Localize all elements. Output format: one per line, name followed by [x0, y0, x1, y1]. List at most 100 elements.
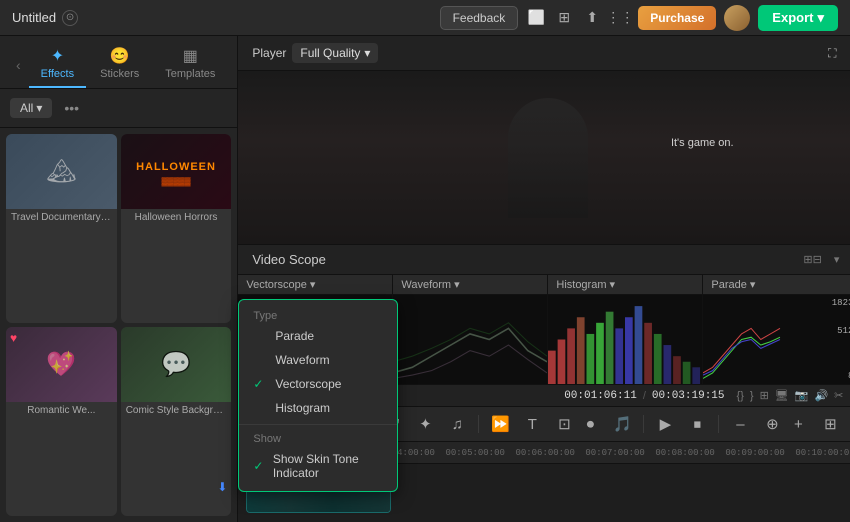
main-layout: ‹ ✦ Effects 😊 Stickers ▦ Templates All ▾…	[0, 36, 850, 522]
scope-panel-histogram: Histogram ▾	[548, 275, 703, 384]
add-button[interactable]: +	[785, 411, 811, 437]
scope-panels: Vectorscope ▾	[238, 275, 850, 385]
dropdown-check-waveform	[253, 353, 267, 367]
dropdown-item-waveform[interactable]: Waveform	[239, 348, 397, 372]
avatar[interactable]	[724, 5, 750, 31]
toolbar-separator-3	[718, 415, 719, 433]
thumb-travel: 🏔	[6, 134, 117, 209]
filter-bar: All ▾ •••	[0, 89, 237, 128]
tab-stickers[interactable]: 😊 Stickers	[88, 42, 151, 88]
filter-all-button[interactable]: All ▾	[10, 98, 52, 118]
player-bar: Player Full Quality ▾ ⛶	[238, 36, 850, 71]
play-button[interactable]: ▶	[652, 411, 678, 437]
dropdown-check-skin-tone: ✓	[253, 459, 264, 473]
player-fullscreen-icon[interactable]: ⛶	[821, 42, 843, 64]
chevron-down-icon: ▾	[817, 10, 824, 26]
scope-layout-icon[interactable]: ⊞	[760, 389, 769, 402]
nav-back-icon[interactable]: ‹	[10, 53, 27, 77]
media-grid: 🏔 Travel Documentary test HALLOWEEN ▓▓▓▓…	[0, 128, 237, 522]
image-placeholder-icon: 🏔	[46, 157, 76, 186]
mute-button[interactable]: –	[727, 411, 753, 437]
monitor-icon[interactable]: ⬜	[526, 8, 546, 28]
list-item[interactable]: HALLOWEEN ▓▓▓▓▓ Halloween Horrors	[121, 134, 232, 323]
player-quality: Player Full Quality ▾	[252, 43, 378, 63]
toolbar-right: + ⊞	[785, 411, 843, 437]
download-icon: ⬇	[217, 480, 227, 494]
parade-chevron-icon: ▾	[750, 278, 756, 291]
dropdown-item-skin-tone[interactable]: ✓ Show Skin Tone Indicator	[239, 447, 397, 485]
scope-monitor-icon[interactable]: 🖥	[775, 389, 789, 402]
purchase-button[interactable]: Purchase	[638, 6, 716, 30]
stop-button[interactable]: ⏹	[684, 411, 710, 437]
scope-action-icon-1[interactable]: {}	[737, 390, 744, 402]
scope-grid-icon[interactable]: ⊞⊟	[799, 251, 825, 268]
grid-icon[interactable]: ⋮⋮	[610, 8, 630, 28]
speed-button[interactable]: ⏩	[487, 411, 513, 437]
scope-panel-parade: Parade ▾	[703, 275, 850, 384]
effects-toolbar-button[interactable]: ✦	[412, 411, 438, 437]
tab-templates[interactable]: ▦ Templates	[153, 42, 227, 88]
toolbar-separator-2	[643, 415, 644, 433]
scope-header: Video Scope ⊞⊟ ▾	[238, 245, 850, 275]
stickers-icon: 😊	[110, 46, 130, 66]
export-button[interactable]: Export ▾	[758, 5, 838, 31]
list-item[interactable]: 💖 ♥ Romantic We...	[6, 327, 117, 516]
dropdown-item-vectorscope[interactable]: ✓ Vectorscope	[239, 372, 397, 396]
dropdown-check-vectorscope: ✓	[253, 377, 267, 391]
scope-audio-icon[interactable]: 🔊	[814, 389, 828, 402]
histogram-dropdown-trigger[interactable]: Histogram ▾	[556, 278, 615, 291]
ruler-mark: 00:05:00:00	[445, 448, 504, 458]
upload-icon[interactable]: ⬆	[582, 8, 602, 28]
waveform-dropdown-trigger[interactable]: Waveform ▾	[401, 278, 459, 291]
list-item[interactable]: 🏔 Travel Documentary test	[6, 134, 117, 323]
toolbar-center: ⏺ 🎵 ▶ ⏹ – ⊕	[577, 411, 785, 437]
scope-action-icon-2[interactable]: }	[750, 390, 754, 402]
timecode-current: 00:01:06:11	[564, 390, 637, 402]
quality-chevron-icon: ▾	[364, 46, 370, 60]
scope-cut-icon[interactable]: ✂	[834, 389, 843, 402]
layout-icon[interactable]: ⊞	[554, 8, 574, 28]
ruler-mark: 00:07:00:00	[585, 448, 644, 458]
media-item-label: Halloween Horrors	[121, 209, 232, 226]
window-title: Untitled	[12, 10, 56, 25]
dropdown-divider	[239, 424, 397, 425]
scope-panel-waveform: Waveform ▾	[393, 275, 548, 384]
top-bar: Untitled ⊙ Feedback ⬜ ⊞ ⬆ ⋮⋮ Purchase Ex…	[0, 0, 850, 36]
scope-waveform-body	[393, 295, 547, 384]
dropdown-show-label: Show	[239, 429, 397, 447]
dropdown-item-parade[interactable]: Parade	[239, 324, 397, 348]
dropdown-item-histogram[interactable]: Histogram	[239, 396, 397, 420]
timecode-total: 00:03:19:15	[652, 390, 725, 402]
dropdown-check-parade	[253, 329, 267, 343]
templates-icon: ▦	[183, 46, 198, 66]
scope-camera-icon[interactable]: 📷	[795, 389, 809, 402]
tab-effects[interactable]: ✦ Effects	[29, 42, 86, 88]
list-item[interactable]: 💬 ⬇ Comic Style Backgro...	[121, 327, 232, 516]
video-background: It's game on.	[238, 71, 850, 244]
audio-toolbar-button[interactable]: ♫	[444, 411, 470, 437]
split-button[interactable]: ⊕	[759, 411, 785, 437]
record-button[interactable]: ⏺	[577, 411, 603, 437]
vectorscope-dropdown-trigger[interactable]: Vectorscope ▾	[246, 278, 315, 291]
thumb-halloween: HALLOWEEN ▓▓▓▓▓	[121, 134, 232, 209]
more-options-button[interactable]: •••	[58, 97, 85, 119]
media-item-label: Comic Style Backgro...	[121, 402, 232, 419]
media-button[interactable]: 🎵	[609, 411, 635, 437]
ruler-mark: 00:10:00:0	[795, 448, 849, 458]
filter-toolbar-button[interactable]: ⊡	[551, 411, 577, 437]
feedback-button[interactable]: Feedback	[440, 6, 519, 30]
scope-collapse-icon[interactable]: ▾	[830, 251, 844, 268]
parade-dropdown-trigger[interactable]: Parade ▾	[711, 278, 755, 291]
text-button[interactable]: T	[519, 411, 545, 437]
right-panel: Player Full Quality ▾ ⛶ It's game on. Vi…	[238, 36, 850, 522]
vectorscope-chevron-icon: ▾	[310, 278, 316, 291]
scope-panel-vectorscope-header: Vectorscope ▾	[238, 275, 392, 295]
left-panel: ‹ ✦ Effects 😊 Stickers ▦ Templates All ▾…	[0, 36, 238, 522]
scope-panel-parade-header: Parade ▾	[703, 275, 850, 295]
ruler-mark: 00:06:00:00	[515, 448, 574, 458]
quality-select[interactable]: Full Quality ▾	[292, 43, 378, 63]
ruler-mark: 00:09:00:00	[725, 448, 784, 458]
scope-title: Video Scope	[252, 252, 326, 267]
histogram-chevron-icon: ▾	[610, 278, 616, 291]
grid-toolbar-button[interactable]: ⊞	[817, 411, 843, 437]
